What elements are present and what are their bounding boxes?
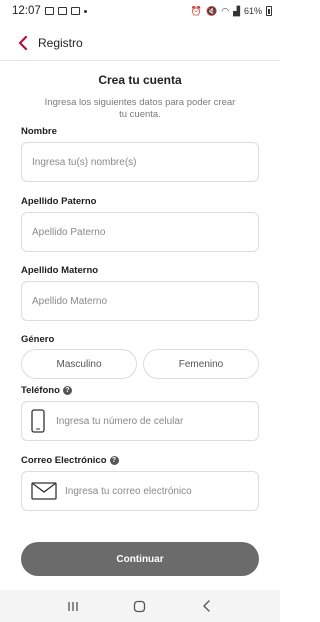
correo-label: Correo Electrónico ? (21, 455, 119, 466)
gender-option-masculino[interactable]: Masculino (21, 349, 137, 379)
status-bar: 12:07 ⏰ 🔇 ◠ ▟ 61% (0, 0, 280, 22)
home-icon (134, 600, 146, 612)
home-button[interactable] (125, 594, 155, 618)
gallery-notification-icon (44, 7, 54, 15)
telefono-label: Teléfono ? (21, 385, 72, 396)
wifi-icon: ◠ (221, 5, 230, 16)
nombre-label: Nombre (21, 126, 57, 137)
telefono-help-icon[interactable]: ? (62, 386, 72, 395)
envelope-icon (31, 482, 57, 500)
chevron-left-icon (18, 35, 28, 50)
apellido-paterno-input[interactable] (32, 226, 248, 238)
nombre-field[interactable] (21, 142, 259, 182)
correo-input[interactable] (65, 485, 248, 497)
battery-percent: 61% (243, 6, 262, 16)
gender-option-femenino[interactable]: Femenino (143, 349, 259, 379)
recents-icon (68, 601, 78, 611)
system-nav-bar (0, 590, 280, 622)
form-heading: Crea tu cuenta (98, 73, 182, 87)
card-notification-icon (57, 7, 67, 15)
back-button[interactable] (8, 25, 38, 61)
correo-help-icon[interactable]: ? (109, 456, 119, 465)
nombre-label-text: Nombre (21, 126, 57, 137)
status-right: ⏰ 🔇 ◠ ▟ 61% (191, 6, 272, 17)
continue-button[interactable]: Continuar (21, 542, 259, 576)
more-notifications-icon (83, 9, 87, 13)
signal-icon: ▟ (233, 5, 240, 16)
apellido-paterno-label: Apellido Paterno (21, 196, 96, 207)
page-title: Registro (38, 35, 83, 50)
apellido-materno-label: Apellido Materno (21, 265, 98, 276)
mute-icon: 🔇 (205, 5, 218, 16)
telefono-input[interactable] (56, 415, 248, 427)
back-arrow-icon (202, 600, 210, 612)
telefono-field[interactable] (21, 401, 259, 441)
apellido-paterno-label-text: Apellido Paterno (21, 196, 97, 207)
apellido-paterno-field[interactable] (21, 212, 259, 252)
battery-icon (266, 6, 272, 16)
alarm-icon: ⏰ (190, 5, 202, 16)
app-bar: Registro (0, 25, 280, 61)
apellido-materno-field[interactable] (21, 281, 259, 321)
correo-label-text: Correo Electrónico (21, 455, 107, 466)
status-left: 12:07 (12, 5, 191, 17)
nombre-input[interactable] (32, 156, 248, 168)
apellido-materno-input[interactable] (32, 295, 248, 307)
system-back-button[interactable] (192, 594, 222, 618)
recents-button[interactable] (58, 594, 88, 618)
status-time: 12:07 (12, 5, 41, 17)
correo-field[interactable] (21, 471, 259, 511)
apellido-materno-label-text: Apellido Materno (21, 265, 99, 276)
genero-label: Género (21, 334, 54, 345)
genero-label-text: Género (21, 334, 55, 345)
mail-notification-icon (70, 7, 80, 15)
form-subtext: Ingresa los siguientes datos para poder … (44, 97, 236, 120)
phone-icon (30, 409, 46, 433)
telefono-label-text: Teléfono (21, 385, 60, 396)
